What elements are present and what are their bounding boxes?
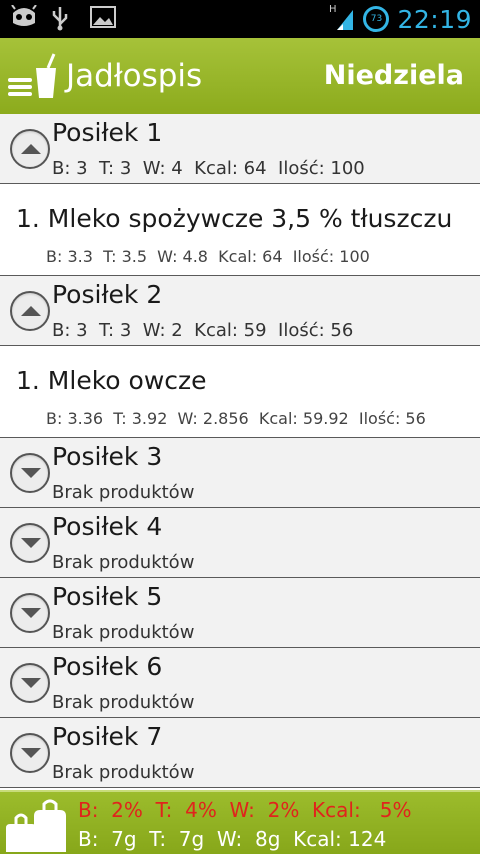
signal-icon: H (329, 2, 355, 36)
meal-header[interactable]: Posiłek 1 B: 3 T: 3 W: 4 Kcal: 64 Ilość:… (0, 114, 480, 184)
collapse-arrow-icon[interactable] (10, 129, 50, 169)
nutrition-summary-bar: B: 2% T: 4% W: 2% Kcal: 5% B: 7g T: 7g W… (0, 790, 480, 854)
expand-arrow-icon[interactable] (10, 593, 50, 633)
product-name: 1. Mleko spożywcze 3,5 % tłuszczu (16, 204, 453, 233)
meal-title: Posiłek 2 (52, 280, 163, 309)
daily-percent-values: B: 2% T: 4% W: 2% Kcal: 5% (78, 798, 412, 822)
meal-header[interactable]: Posiłek 4 Brak produktów (0, 508, 480, 578)
meal-title: Posiłek 3 (52, 442, 163, 471)
meal-title: Posiłek 6 (52, 652, 163, 681)
scale-weights-icon (4, 798, 68, 854)
meal-summary: B: 3 T: 3 W: 2 Kcal: 59 Ilość: 56 (52, 320, 354, 341)
meal-title: Posiłek 5 (52, 582, 163, 611)
expand-arrow-icon[interactable] (10, 453, 50, 493)
product-values: B: 3.36 T: 3.92 W: 2.856 Kcal: 59.92 Ilo… (46, 409, 426, 428)
meal-header[interactable]: Posiłek 2 B: 3 T: 3 W: 2 Kcal: 59 Ilość:… (0, 276, 480, 346)
battery-icon: 73 (363, 6, 390, 32)
product-name: 1. Mleko owcze (16, 366, 207, 395)
usb-icon (50, 5, 76, 31)
meal-title: Posiłek 4 (52, 512, 163, 541)
expand-arrow-icon[interactable] (10, 663, 50, 703)
app-title: Jadłospis (66, 58, 203, 94)
meal-summary: Brak produktów (52, 692, 195, 713)
meal-header[interactable]: Posiłek 6 Brak produktów (0, 648, 480, 718)
svg-text:H: H (329, 4, 337, 15)
expand-arrow-icon[interactable] (10, 523, 50, 563)
collapse-arrow-icon[interactable] (10, 291, 50, 331)
meal-summary: Brak produktów (52, 622, 195, 643)
android-robot-icon (10, 4, 37, 31)
meal-header[interactable]: Posiłek 5 Brak produktów (0, 578, 480, 648)
meal-summary: Brak produktów (52, 552, 195, 573)
product-row[interactable]: 1. Mleko spożywcze 3,5 % tłuszczu B: 3.3… (0, 184, 480, 276)
product-row[interactable]: 1. Mleko owcze B: 3.36 T: 3.92 W: 2.856 … (0, 346, 480, 438)
action-bar: Jadłospis Niedziela (0, 38, 480, 114)
clock-time: 22:19 (397, 4, 472, 34)
daily-total-values: B: 7g T: 7g W: 8g Kcal: 124 (78, 827, 387, 851)
meal-summary: Brak produktów (52, 762, 195, 783)
meal-list[interactable]: Posiłek 1 B: 3 T: 3 W: 4 Kcal: 64 Ilość:… (0, 114, 480, 790)
expand-arrow-icon[interactable] (10, 733, 50, 773)
meal-title: Posiłek 7 (52, 722, 163, 751)
day-selector[interactable]: Niedziela (324, 60, 464, 91)
meal-header[interactable]: Posiłek 7 Brak produktów (0, 718, 480, 788)
image-icon (90, 5, 116, 31)
drink-menu-icon[interactable] (8, 52, 60, 102)
meal-title: Posiłek 1 (52, 118, 163, 147)
product-values: B: 3.3 T: 3.5 W: 4.8 Kcal: 64 Ilość: 100 (46, 247, 370, 266)
status-bar: H 73 22:19 (0, 0, 480, 38)
meal-summary: B: 3 T: 3 W: 4 Kcal: 64 Ilość: 100 (52, 158, 365, 179)
meal-summary: Brak produktów (52, 482, 195, 503)
meal-header[interactable]: Posiłek 3 Brak produktów (0, 438, 480, 508)
